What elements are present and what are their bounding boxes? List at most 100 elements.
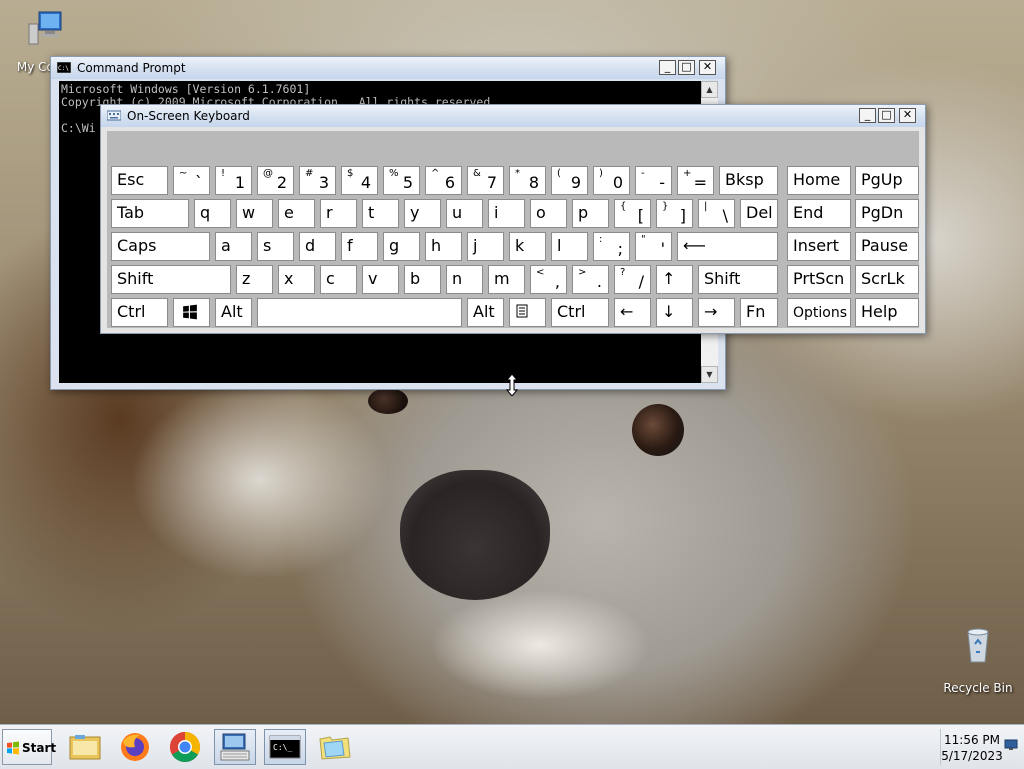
key-downarrow[interactable]: ↓ — [656, 298, 693, 327]
key-uparrow[interactable]: ↑ — [656, 265, 693, 294]
taskbar-firefox[interactable] — [114, 729, 156, 765]
key-8[interactable]: * 8 — [509, 166, 546, 195]
close-button[interactable]: ✕ — [699, 60, 716, 75]
scroll-up-arrow-icon[interactable]: ▲ — [701, 81, 718, 98]
system-clock[interactable]: 11:56 PM 5/17/2023 — [940, 729, 1003, 765]
key-v[interactable]: v — [362, 265, 399, 294]
key-l[interactable]: l — [551, 232, 588, 261]
key-h[interactable]: h — [425, 232, 462, 261]
key-0[interactable]: ) 0 — [593, 166, 630, 195]
key-pause[interactable]: Pause — [855, 232, 919, 261]
key-equals[interactable]: + = — [677, 166, 714, 195]
key-leftarrow[interactable]: ← — [614, 298, 651, 327]
key-end[interactable]: End — [787, 199, 851, 228]
key-semicolon[interactable]: :; — [593, 232, 630, 261]
key-rightarrow[interactable]: → — [698, 298, 735, 327]
key-help[interactable]: Help — [855, 298, 919, 327]
key-z[interactable]: z — [236, 265, 273, 294]
key-n[interactable]: n — [446, 265, 483, 294]
key-minus[interactable]: -- — [635, 166, 672, 195]
key-m[interactable]: m — [488, 265, 525, 294]
key-y[interactable]: y — [404, 199, 441, 228]
key-insert[interactable]: Insert — [787, 232, 851, 261]
key-q[interactable]: q — [194, 199, 231, 228]
key-4[interactable]: $4 — [341, 166, 378, 195]
key-label: ScrLk — [861, 269, 905, 288]
key-3[interactable]: #3 — [299, 166, 336, 195]
key-lalt[interactable]: Alt — [215, 298, 252, 327]
key-2[interactable]: @2 — [257, 166, 294, 195]
close-button[interactable]: ✕ — [899, 108, 916, 123]
key-period[interactable]: >. — [572, 265, 609, 294]
taskbar-command-prompt[interactable]: C:\_ — [264, 729, 306, 765]
maximize-button[interactable]: □ — [678, 60, 695, 75]
key-space[interactable] — [257, 298, 462, 327]
minimize-button[interactable]: _ — [859, 108, 876, 123]
key-w[interactable]: w — [236, 199, 273, 228]
key-r[interactable]: r — [320, 199, 357, 228]
key-j[interactable]: j — [467, 232, 504, 261]
key-pgdn[interactable]: PgDn — [855, 199, 919, 228]
key-u[interactable]: u — [446, 199, 483, 228]
maximize-button[interactable]: □ — [878, 108, 895, 123]
key-lbracket[interactable]: {[ — [614, 199, 651, 228]
taskbar-folder[interactable] — [314, 729, 356, 765]
key-f[interactable]: f — [341, 232, 378, 261]
title-bar[interactable]: On-Screen Keyboard _ □ ✕ — [101, 105, 925, 127]
key-prtscn[interactable]: PrtScn — [787, 265, 851, 294]
key-s[interactable]: s — [257, 232, 294, 261]
key-g[interactable]: g — [383, 232, 420, 261]
key-i[interactable]: i — [488, 199, 525, 228]
key-tilde[interactable]: ~ ` — [173, 166, 210, 195]
key-caps[interactable]: Caps — [111, 232, 210, 261]
key-lshift[interactable]: Shift — [111, 265, 231, 294]
key-fn[interactable]: Fn — [740, 298, 778, 327]
key-t[interactable]: t — [362, 199, 399, 228]
key-7[interactable]: & 7 — [467, 166, 504, 195]
on-screen-keyboard-window[interactable]: On-Screen Keyboard _ □ ✕ Esc ~ `! 1 @2 #3 $4% 5… — [100, 104, 926, 334]
key-5[interactable]: % 5 — [383, 166, 420, 195]
key-b[interactable]: b — [404, 265, 441, 294]
key-9[interactable]: (9 — [551, 166, 588, 195]
key-esc[interactable]: Esc — [111, 166, 168, 195]
key-bksp[interactable]: Bksp — [719, 166, 778, 195]
key-enter[interactable]: ⟵ — [677, 232, 778, 261]
start-button[interactable]: Start — [2, 729, 56, 765]
key-lctrl[interactable]: Ctrl — [111, 298, 168, 327]
network-icon[interactable] — [1004, 739, 1018, 751]
key-o[interactable]: o — [530, 199, 567, 228]
taskbar-file-explorer[interactable] — [64, 729, 106, 765]
key-c[interactable]: c — [320, 265, 357, 294]
key-quote[interactable]: " ' — [635, 232, 672, 261]
key-comma[interactable]: <, — [530, 265, 567, 294]
key-scrlk[interactable]: ScrLk — [855, 265, 919, 294]
key-6[interactable]: ^ 6 — [425, 166, 462, 195]
taskbar-on-screen-keyboard[interactable] — [214, 729, 256, 765]
desktop-icon-recycle-bin[interactable]: Recycle Bin — [938, 624, 1018, 695]
key-options[interactable]: Options — [787, 298, 851, 327]
key-tab[interactable]: Tab — [111, 199, 189, 228]
key-rbracket[interactable]: }] — [656, 199, 693, 228]
title-bar[interactable]: C:\ Command Prompt _ □ ✕ — [51, 57, 725, 79]
key-home[interactable]: Home — [787, 166, 851, 195]
key-x[interactable]: x — [278, 265, 315, 294]
key-a[interactable]: a — [215, 232, 252, 261]
key-1[interactable]: ! 1 — [215, 166, 252, 195]
key-label: 5 — [402, 173, 413, 192]
key-rshift[interactable]: Shift — [698, 265, 778, 294]
key-d[interactable]: d — [299, 232, 336, 261]
key-ralt[interactable]: Alt — [467, 298, 504, 327]
key-win[interactable] — [173, 298, 210, 327]
minimize-button[interactable]: _ — [659, 60, 676, 75]
key-slash[interactable]: ? / — [614, 265, 651, 294]
taskbar-chrome[interactable] — [164, 729, 206, 765]
scroll-down-arrow-icon[interactable]: ▼ — [701, 366, 718, 383]
key-menu[interactable] — [509, 298, 546, 327]
key-pgup[interactable]: PgUp — [855, 166, 919, 195]
key-p[interactable]: p — [572, 199, 609, 228]
key-e[interactable]: e — [278, 199, 315, 228]
key-backslash[interactable]: | \ — [698, 199, 735, 228]
key-del[interactable]: Del — [740, 199, 778, 228]
key-k[interactable]: k — [509, 232, 546, 261]
key-rctrl[interactable]: Ctrl — [551, 298, 609, 327]
